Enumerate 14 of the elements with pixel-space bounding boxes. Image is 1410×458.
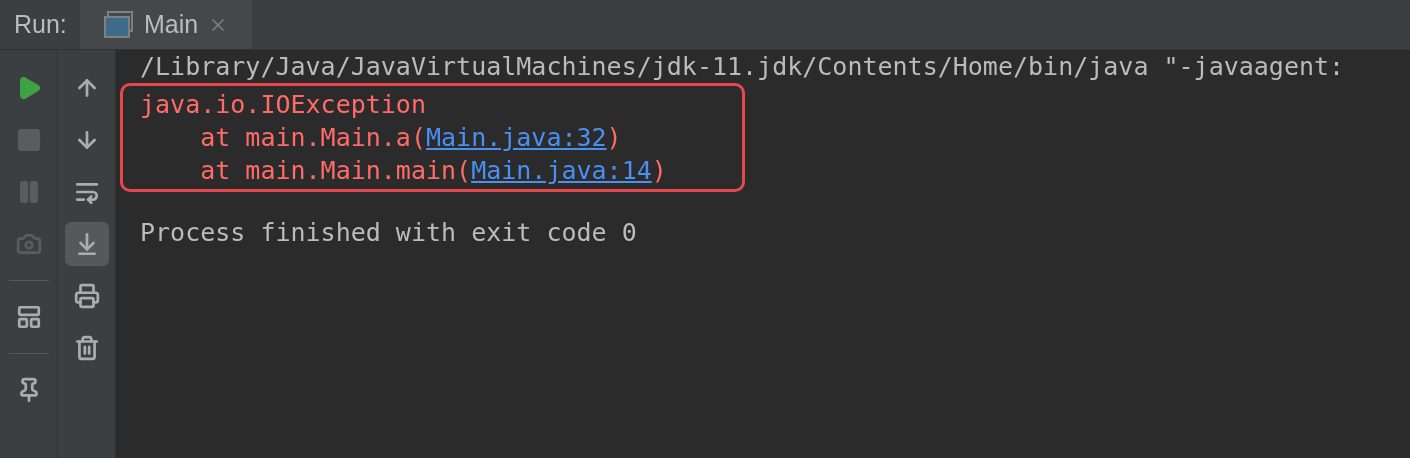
run-tab[interactable]: Main: [80, 0, 253, 49]
run-label: Run:: [13, 8, 68, 40]
stack-frame-text: at main.Main.a(: [199, 123, 426, 152]
window-icon: [104, 10, 134, 39]
stack-frame-text: at main.Main.main(: [199, 156, 472, 185]
source-link[interactable]: Main.java:14: [471, 156, 652, 185]
tab-label: Main: [144, 8, 199, 40]
error-line: java.io.IOException: [140, 89, 427, 121]
exit-message: Process finished with exit code 0: [140, 217, 638, 249]
scroll-to-end-icon[interactable]: [64, 222, 109, 266]
paren-text: ): [651, 156, 667, 185]
source-link[interactable]: Main.java:32: [426, 123, 607, 152]
paren-text: ): [606, 123, 622, 152]
console-line: /Library/Java/JavaVirtualMachines/jdk-11.jdk/Contents/Home/bin/java "-javaagent:: [140, 51, 1346, 83]
